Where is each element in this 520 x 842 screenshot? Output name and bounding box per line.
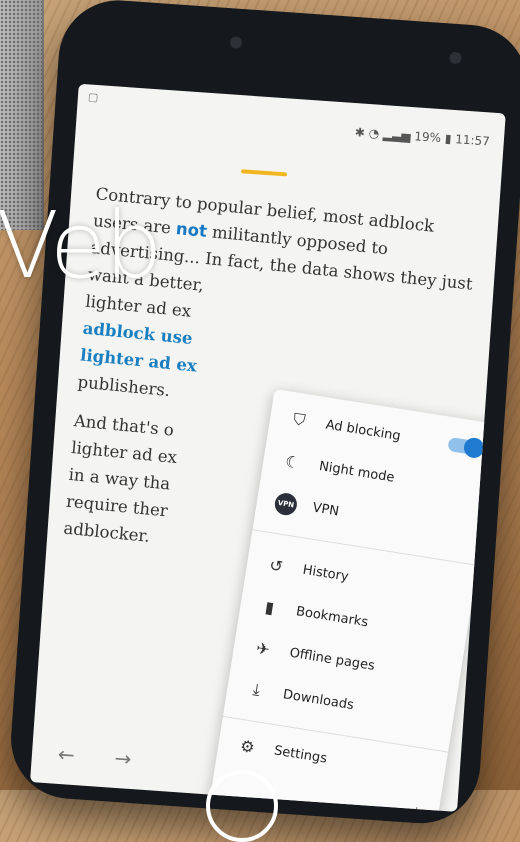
- menu-item-label: Settings: [273, 742, 329, 767]
- text-run: And that's o: [73, 411, 175, 440]
- notification-icon: ▢: [87, 90, 99, 105]
- signal-icon: ▂▃▅: [382, 127, 412, 143]
- accent-bar: [240, 169, 288, 177]
- menu-section-pages: ↺ History ▮ Bookmarks ✈ Offline pages ⤓ …: [224, 534, 477, 747]
- status-bar: ✱ ◔ ▂▃▅ 19% ▮ 11:57: [354, 125, 490, 148]
- power-icon[interactable]: ⏻: [408, 803, 423, 811]
- overlay-heading: Veb: [0, 192, 163, 299]
- wifi-icon: ◔: [368, 126, 380, 141]
- gear-icon: ⚙: [238, 735, 257, 757]
- phone: ▢ ✱ ◔ ▂▃▅ 19% ▮ 11:57 Contrary to popula…: [7, 0, 520, 828]
- shield-icon: ⛉: [291, 409, 307, 431]
- article-link[interactable]: lighter ad ex: [79, 345, 197, 375]
- text-run: require ther: [65, 491, 169, 521]
- clock: 11:57: [454, 132, 491, 149]
- bookmark-icon: ▮: [263, 596, 276, 617]
- text-run: adblocker.: [62, 518, 151, 546]
- moon-icon: ☾: [284, 451, 302, 473]
- back-arrow-icon[interactable]: ←: [57, 742, 75, 767]
- menu-item-label: VPN: [311, 499, 341, 519]
- forward-arrow-icon[interactable]: →: [114, 746, 132, 771]
- menu-item-label: Ad blocking: [324, 417, 402, 444]
- emphasis: not: [175, 219, 208, 241]
- battery-icon: ▮: [444, 131, 452, 146]
- vpn-badge: VPN: [273, 491, 299, 517]
- article-link[interactable]: adblock use: [82, 319, 193, 348]
- text-run: lighter ad ex: [70, 437, 178, 468]
- menu-item-label: Bookmarks: [295, 603, 370, 630]
- sensor: [449, 51, 462, 65]
- menu-item-label: Offline pages: [288, 645, 376, 674]
- front-camera: [229, 36, 243, 49]
- vpn-icon: VPN: [271, 489, 300, 517]
- menu-item-label: Night mode: [318, 458, 396, 486]
- airplane-icon: ✈: [254, 637, 272, 659]
- text-run: publishers.: [76, 372, 171, 401]
- history-icon: ↺: [268, 554, 285, 576]
- overlay-circle: [206, 770, 278, 842]
- download-icon: ⤓: [251, 679, 262, 700]
- menu-item-label: History: [301, 562, 350, 585]
- bluetooth-icon: ✱: [354, 125, 366, 140]
- battery-percent: 19%: [413, 129, 442, 146]
- text-run: in a way tha: [67, 464, 172, 494]
- ad-blocking-toggle[interactable]: [447, 436, 483, 457]
- menu-item-label: Downloads: [281, 686, 355, 713]
